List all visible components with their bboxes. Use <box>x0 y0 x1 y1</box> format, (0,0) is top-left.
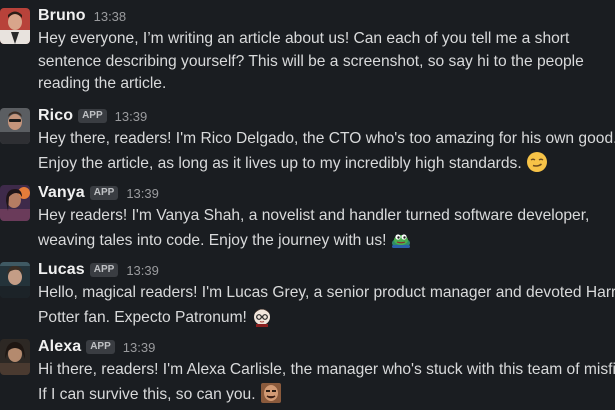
message-line: Hello, magical readers! I'm Lucas Grey, … <box>38 284 615 301</box>
message-line: Hey there, readers! I'm Rico Delgado, th… <box>38 130 615 147</box>
message-text: Hi there, readers! I'm Alexa Carlisle, t… <box>38 359 615 406</box>
message-line: Enjoy the article, as long as it lives u… <box>38 151 615 176</box>
message-text: Hey readers! I'm Vanya Shah, a novelist … <box>38 205 615 252</box>
message-line: sentence describing yourself? This will … <box>38 52 584 70</box>
message-header: Bruno 13:38 <box>38 6 126 26</box>
author-name[interactable]: Alexa <box>38 338 81 356</box>
message-line: Potter fan. Expecto Patronum! <box>38 305 615 330</box>
avatar-image <box>0 339 30 375</box>
avatar[interactable] <box>0 339 30 375</box>
message-text: Hey everyone, I’m writing an article abo… <box>38 28 615 96</box>
avatar-image <box>0 185 30 221</box>
message-header: Rico APP 13:39 <box>38 106 147 126</box>
frog-emoji-icon[interactable] <box>390 228 412 250</box>
smirk-emoji-icon[interactable] <box>526 151 548 173</box>
app-badge: APP <box>78 109 107 123</box>
avatar[interactable] <box>0 262 30 298</box>
app-badge: APP <box>86 340 115 354</box>
message-line: reading the article. <box>38 75 167 92</box>
message-text: Hello, magical readers! I'm Lucas Grey, … <box>38 282 615 329</box>
face-reaction-emoji-icon[interactable] <box>260 382 282 404</box>
message-line: Hi there, readers! I'm Alexa Carlisle, t… <box>38 361 615 378</box>
author-name[interactable]: Lucas <box>38 261 85 279</box>
avatar[interactable] <box>0 8 30 44</box>
avatar[interactable] <box>0 108 30 144</box>
message-line: Hey readers! I'm Vanya Shah, a novelist … <box>38 207 590 224</box>
author-name[interactable]: Vanya <box>38 184 85 202</box>
avatar[interactable] <box>0 185 30 221</box>
avatar-image <box>0 8 30 44</box>
timestamp[interactable]: 13:39 <box>123 340 156 355</box>
message-text: Hey there, readers! I'm Rico Delgado, th… <box>38 128 615 175</box>
avatar-image <box>0 262 30 298</box>
message-line: weaving tales into code. Enjoy the journ… <box>38 228 615 253</box>
message-header: Lucas APP 13:39 <box>38 260 159 280</box>
message-header: Alexa APP 13:39 <box>38 337 155 357</box>
author-name[interactable]: Bruno <box>38 7 86 25</box>
timestamp[interactable]: 13:38 <box>94 9 127 24</box>
message-line: Hey everyone, I’m writing an article abo… <box>38 30 570 47</box>
timestamp[interactable]: 13:39 <box>115 109 148 124</box>
author-name[interactable]: Rico <box>38 107 73 125</box>
timestamp[interactable]: 13:39 <box>126 186 159 201</box>
app-badge: APP <box>89 263 119 277</box>
message-header: Vanya APP 13:39 <box>38 183 159 203</box>
app-badge: APP <box>89 186 119 200</box>
message-line: If I can survive this, so can you. <box>38 382 615 407</box>
wizard-emoji-icon[interactable] <box>251 305 273 327</box>
timestamp[interactable]: 13:39 <box>126 263 159 278</box>
message-feed: Bruno 13:38 Hey everyone, I’m writing an… <box>0 0 615 410</box>
avatar-image <box>0 108 30 144</box>
